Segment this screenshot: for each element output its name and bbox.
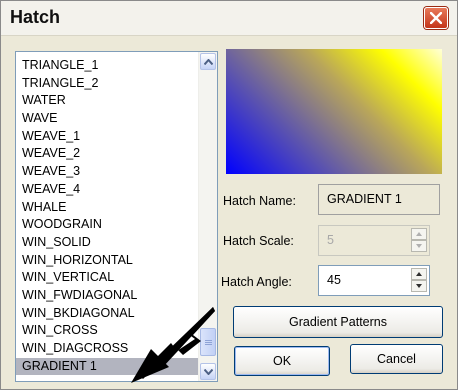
angle-spin-up[interactable] [411,268,427,280]
hatch-name-field: GRADIENT 1 [318,184,440,215]
list-item[interactable]: WOODGRAIN [16,216,199,234]
list-item[interactable]: WEAVE_4 [16,181,199,199]
scale-spin-up [411,228,427,240]
hatch-angle-field[interactable]: 45 [318,265,430,296]
list-item[interactable]: WEAVE_1 [16,128,199,146]
list-item[interactable]: WIN_VERTICAL [16,269,199,287]
angle-spin-down[interactable] [411,280,427,292]
scale-spin-down [411,240,427,252]
hatch-preview [226,49,442,174]
spin-down-icon [416,244,422,248]
scroll-up-button[interactable] [200,53,216,70]
hatch-scale-value: 5 [327,233,334,247]
hatch-angle-label: Hatch Angle: [221,275,292,289]
list-item[interactable]: WIN_FWDIAGONAL [16,287,199,305]
hatch-scale-field: 5 [318,225,430,256]
cancel-button[interactable]: Cancel [350,344,443,374]
chevron-up-icon [203,58,213,65]
hatch-name-label: Hatch Name: [223,194,296,208]
dialog-title: Hatch [10,7,61,27]
spin-up-icon [416,232,422,236]
list-item[interactable]: WEAVE_3 [16,163,199,181]
close-button[interactable] [424,7,448,29]
list-item[interactable]: WATER [16,92,199,110]
hatch-scale-label: Hatch Scale: [223,234,294,248]
hatch-angle-value: 45 [327,273,341,287]
annotation-arrow-icon [131,307,215,383]
list-item[interactable]: WIN_HORIZONTAL [16,252,199,270]
list-item[interactable]: WEAVE_2 [16,145,199,163]
gradient-patterns-button[interactable]: Gradient Patterns [233,306,443,338]
list-item[interactable]: WAVE [16,110,199,128]
spin-up-icon [416,272,422,276]
list-item[interactable]: TRIANGLE_1 [16,57,199,75]
ok-button[interactable]: OK [234,346,330,376]
spin-down-icon [416,284,422,288]
title-bar[interactable]: Hatch [1,1,457,36]
close-x-icon [430,12,442,24]
list-item[interactable]: WHALE [16,199,199,217]
hatch-dialog: Hatch TRIANGLE_1 TRIANGLE_2 WATER WAVE WEAVE… [0,0,458,390]
list-item[interactable]: TRIANGLE_2 [16,75,199,93]
list-item[interactable]: WIN_SOLID [16,234,199,252]
